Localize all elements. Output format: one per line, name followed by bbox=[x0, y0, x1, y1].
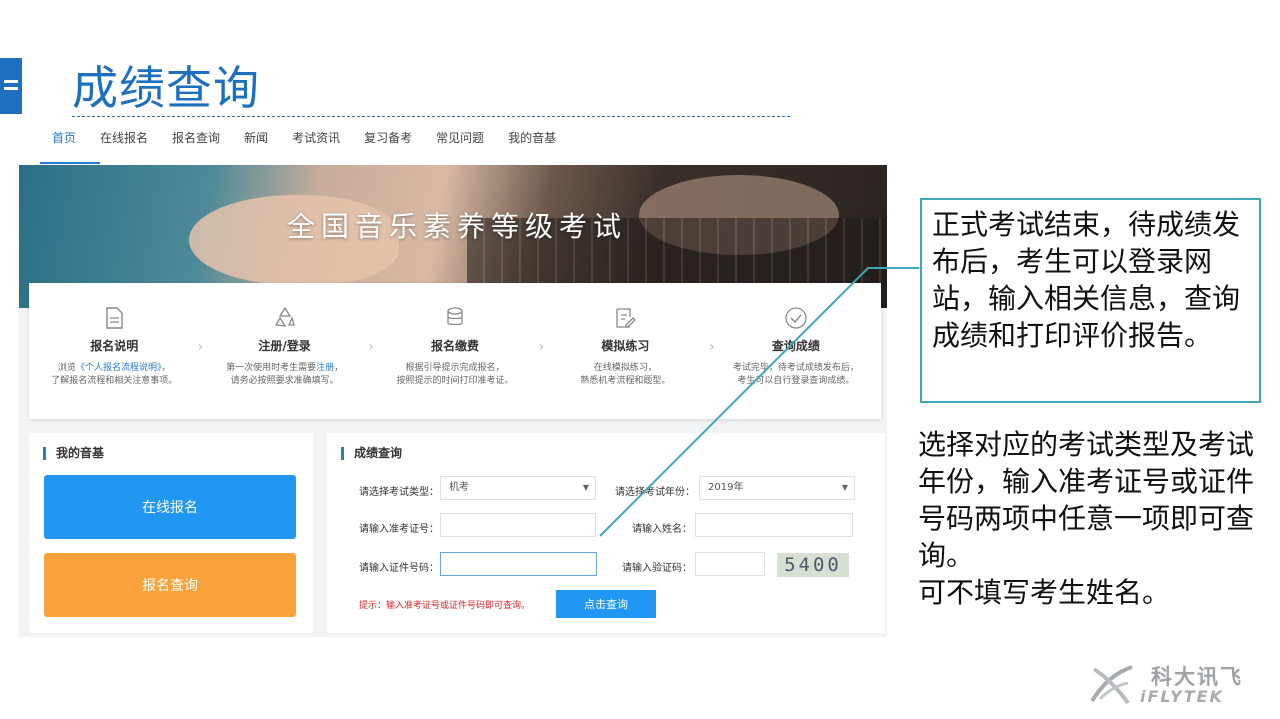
step-score-query[interactable]: 查询成绩 考试完毕，待考试成绩发布后， 考生可以自行登录查询成绩。 bbox=[711, 283, 881, 419]
title-accent-bar bbox=[0, 58, 22, 114]
ticket-number-input[interactable] bbox=[440, 513, 596, 537]
instruction-note: 选择对应的考试类型及考试年份，输入准考证号或证件号码两项中任意一项即可查询。 可… bbox=[918, 426, 1258, 611]
document-icon bbox=[106, 307, 123, 329]
instruction-text: 选择对应的考试类型及考试年份，输入准考证号或证件号码两项中任意一项即可查询。 bbox=[918, 428, 1255, 572]
step-signup-guide[interactable]: 报名说明 浏览《个人报名流程说明》， 了解报名流程和相关注意事项。 › bbox=[29, 283, 203, 419]
step-name: 查询成绩 bbox=[771, 339, 820, 353]
instruction-text-name: 可不填写考生姓名。 bbox=[918, 576, 1171, 609]
nav-item-news[interactable]: 新闻 bbox=[232, 130, 280, 160]
menu-icon bbox=[4, 80, 18, 83]
step-mock-practice[interactable]: 模拟练习 在线模拟练习， 熟悉机考流程和题型。 › bbox=[540, 283, 715, 419]
callout-box: 正式考试结束，待成绩发布后，考生可以登录网站，输入相关信息，查询成绩和打印评价报… bbox=[920, 198, 1261, 403]
nav-item-home[interactable]: 首页 bbox=[40, 130, 88, 160]
logo-english-text: iFLYTEK bbox=[1140, 687, 1224, 706]
process-steps: 报名说明 浏览《个人报名流程说明》， 了解报名流程和相关注意事项。 › 注册/登录… bbox=[29, 283, 881, 419]
panel-heading: 成绩查询 bbox=[341, 447, 402, 460]
name-label: 请输入姓名： bbox=[632, 524, 692, 535]
query-hint: 提示：输入准考证号或证件号码即可查询。 bbox=[359, 601, 531, 611]
register-link[interactable]: 注册 bbox=[316, 363, 334, 373]
step-desc: 根据引导提示完成报名， 按照提示的时间打印准考证。 bbox=[396, 363, 514, 386]
step-desc: 考试完毕，待考试成绩发布后， 考生可以自行登录查询成绩。 bbox=[732, 363, 859, 386]
online-signup-button[interactable]: 在线报名 bbox=[44, 475, 296, 539]
nav-item-faq[interactable]: 常见问题 bbox=[424, 130, 496, 160]
step-name: 模拟练习 bbox=[601, 339, 650, 353]
step-payment[interactable]: 报名缴费 根据引导提示完成报名， 按照提示的时间打印准考证。 › bbox=[370, 283, 544, 419]
nav-item-online-signup[interactable]: 在线报名 bbox=[88, 130, 160, 160]
caret-down-icon: ▼ bbox=[841, 483, 848, 492]
edit-icon bbox=[616, 308, 637, 328]
check-circle-icon bbox=[785, 307, 807, 329]
exam-type-label: 请选择考试类型： bbox=[359, 487, 439, 498]
id-number-input[interactable] bbox=[440, 552, 597, 576]
captcha-input[interactable] bbox=[695, 552, 765, 576]
submit-query-button[interactable]: 点击查询 bbox=[556, 590, 656, 618]
captcha-label: 请输入验证码： bbox=[622, 563, 692, 574]
step-desc: 在线模拟练习， 熟悉机考流程和题型。 bbox=[580, 363, 671, 386]
name-input[interactable] bbox=[695, 513, 853, 537]
nav-item-review[interactable]: 复习备考 bbox=[352, 130, 424, 160]
score-query-form: 成绩查询 请选择考试类型： 机考 ▼ 请选择考试年份： 2019年 ▼ 请输入准考证… bbox=[327, 433, 885, 633]
captcha-image[interactable]: 5400 bbox=[777, 553, 849, 577]
ticket-number-label: 请输入准考证号： bbox=[359, 524, 439, 535]
nav-item-signup-query[interactable]: 报名查询 bbox=[160, 130, 232, 160]
site-nav: 首页 在线报名 报名查询 新闻 考试资讯 复习备考 常见问题 我的音基 bbox=[40, 130, 568, 160]
id-number-label: 请输入证件号码： bbox=[359, 563, 439, 574]
step-name: 报名说明 bbox=[90, 339, 139, 353]
step-name: 注册/登录 bbox=[258, 339, 311, 353]
recycle-icon bbox=[274, 306, 295, 327]
nav-item-my-yinji[interactable]: 我的音基 bbox=[496, 130, 568, 160]
iflytek-logo: 科大讯飞 iFLYTEK bbox=[1088, 661, 1260, 709]
slide-title: 成绩查询 bbox=[72, 61, 260, 115]
process-guide-link[interactable]: 《个人报名流程说明》 bbox=[76, 363, 162, 373]
step-register-login[interactable]: 注册/登录 第一次使用时考生需要注册， 请务必按照要求准确填写。 › bbox=[199, 283, 374, 419]
step-name: 报名缴费 bbox=[431, 339, 480, 353]
coins-icon bbox=[447, 307, 463, 326]
step-desc: 浏览《个人报名流程说明》， 了解报名流程和相关注意事项。 bbox=[51, 363, 178, 386]
my-yinji-panel: 我的音基 在线报名 报名查询 bbox=[29, 433, 313, 633]
banner-title: 全国音乐素养等级考试 bbox=[287, 210, 628, 243]
panel-heading: 我的音基 bbox=[43, 447, 104, 460]
caret-down-icon: ▼ bbox=[582, 483, 589, 492]
exam-year-label: 请选择考试年份： bbox=[615, 487, 695, 498]
iflytek-mark-icon bbox=[1090, 665, 1133, 705]
title-divider bbox=[72, 116, 790, 117]
nav-item-exam-info[interactable]: 考试资讯 bbox=[280, 130, 352, 160]
signup-query-button[interactable]: 报名查询 bbox=[44, 553, 296, 617]
step-desc: 第一次使用时考生需要注册， 请务必按照要求准确填写。 bbox=[226, 363, 344, 386]
exam-type-select[interactable]: 机考 ▼ bbox=[440, 476, 596, 500]
exam-year-select[interactable]: 2019年 ▼ bbox=[699, 476, 855, 500]
website-screenshot: 全国音乐素养等级考试 报名说明 浏览《个人报名流程说明》， 了解报名流程和相关注意… bbox=[19, 165, 887, 637]
nav-active-indicator bbox=[40, 162, 100, 164]
